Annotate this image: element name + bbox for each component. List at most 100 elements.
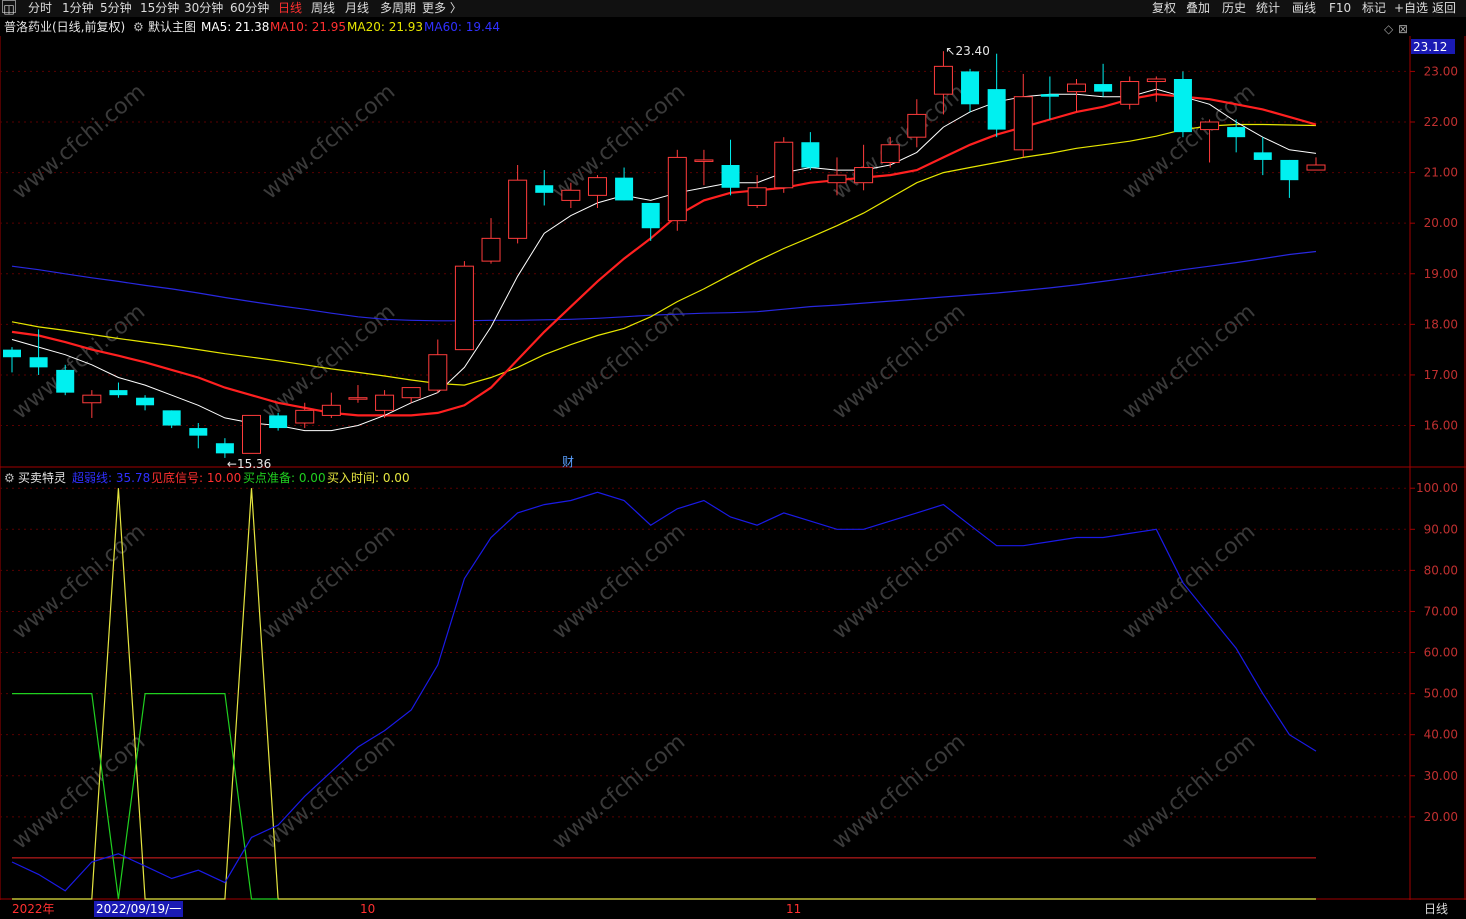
candle-body-up: [82, 394, 102, 404]
candle-body-down: [961, 71, 980, 105]
candle-body-down: [801, 142, 820, 168]
current-price-label: 23.12: [1413, 40, 1447, 54]
candle-body-down: [56, 369, 75, 393]
close-icon: ⊠: [1398, 22, 1408, 36]
price-tick-label: 21.00: [1424, 166, 1458, 180]
indicator-tick-label: 90.00: [1424, 522, 1458, 536]
stock-chart[interactable]: 16.00 17.00 18.00 19.00 20.00 21.00 22.00 23.00…: [0, 0, 1466, 919]
watermark-text: www.cfchi.com: [828, 79, 970, 204]
candle-body-down: [641, 202, 660, 229]
watermark-text: www.cfchi.com: [1118, 729, 1260, 854]
price-tick-label: 23.00: [1424, 64, 1458, 78]
indicator-tick-label: 20.00: [1424, 810, 1458, 824]
candle-body-up: [880, 144, 900, 163]
candle-body-up: [1306, 164, 1326, 171]
candle-body-up: [854, 167, 874, 184]
low-price-label: ←15.36: [227, 457, 271, 471]
candle-body-up: [1200, 121, 1220, 131]
month-label-11: 11: [786, 902, 802, 916]
candle-body-down: [1040, 94, 1059, 97]
candle-body-down: [162, 410, 181, 426]
candle-body-up: [401, 387, 421, 399]
candle-body-down: [29, 357, 48, 368]
watermark-text: www.cfchi.com: [548, 519, 690, 644]
watermark-text: www.cfchi.com: [258, 79, 400, 204]
candle-body-up: [667, 156, 687, 222]
candle-body-down: [721, 165, 740, 188]
indicator-tick-label: 80.00: [1424, 563, 1458, 577]
watermark-text: www.cfchi.com: [828, 299, 970, 424]
watermark-text: www.cfchi.com: [8, 79, 150, 204]
indicator-tick-label: 60.00: [1424, 646, 1458, 660]
candle-body-up: [747, 187, 767, 206]
price-tick-label: 22.00: [1424, 115, 1458, 129]
candle-body-down: [1280, 159, 1299, 181]
candle-body-down: [615, 177, 634, 201]
candle-body-up: [481, 237, 501, 262]
price-tick-label: 18.00: [1424, 317, 1458, 331]
high-price-label: ↖23.40: [945, 44, 989, 58]
candle-body-down: [987, 89, 1006, 130]
candle-body-down: [136, 397, 155, 406]
candle-body-up: [1066, 83, 1086, 93]
candle-body-up: [1013, 96, 1033, 151]
watermark-text: www.cfchi.com: [1118, 519, 1260, 644]
candle-body-down: [3, 349, 21, 358]
candle-body-up: [827, 174, 847, 184]
watermark-text: www.cfchi.com: [258, 519, 400, 644]
watermark-text: www.cfchi.com: [548, 729, 690, 854]
price-tick-label: 20.00: [1424, 216, 1458, 230]
watermark-text: www.cfchi.com: [8, 729, 150, 854]
diamond-icon: ◇: [1384, 22, 1394, 36]
indicator-tick-label: 100.00: [1416, 481, 1458, 495]
candle-body-down: [1227, 127, 1246, 138]
candle-body-down: [189, 428, 208, 436]
candle-body-down: [215, 443, 234, 454]
indicator-tick-label: 40.00: [1424, 728, 1458, 742]
candle-body-down: [535, 185, 554, 193]
watermark-text: www.cfchi.com: [8, 299, 150, 424]
candle-body-up: [295, 409, 315, 424]
watermark-text: www.cfchi.com: [828, 729, 970, 854]
indicator-tick-label: 50.00: [1424, 687, 1458, 701]
candle-body-down: [1253, 152, 1272, 160]
candle-body-up: [587, 177, 607, 196]
buy-prep-line: [12, 692, 279, 900]
watermark-text: www.cfchi.com: [1118, 299, 1260, 424]
candle-body-up: [321, 404, 341, 416]
year-label: 2022年: [12, 902, 55, 916]
candle-body-up: [348, 397, 368, 400]
candle-body-down: [109, 390, 128, 396]
month-label-10: 10: [360, 902, 376, 916]
price-tick-label: 16.00: [1424, 419, 1458, 433]
cursor-date: 2022/09/19/一: [94, 901, 184, 917]
ma5-line: [11, 88, 1317, 432]
watermark-text: www.cfchi.com: [548, 299, 690, 424]
candle-body-up: [1120, 81, 1140, 105]
price-tick-label: 17.00: [1424, 368, 1458, 382]
candle-body-up: [375, 394, 395, 411]
date-axis-bar: 2022年 2022/09/19/一 10 11 日线: [0, 901, 1466, 919]
price-tick-label: 19.00: [1424, 267, 1458, 281]
indicator-tick-label: 30.00: [1424, 769, 1458, 783]
candle-body-up: [694, 159, 714, 162]
candle-body-down: [1173, 79, 1192, 133]
ma20-line: [11, 123, 1317, 386]
candle-body-up: [933, 65, 953, 95]
candle-body-up: [242, 414, 262, 454]
finance-marker: 财: [562, 455, 574, 469]
candle-body-up: [907, 113, 927, 138]
indicator-tick-label: 70.00: [1424, 604, 1458, 618]
candle-body-up: [428, 354, 448, 391]
candle-body-down: [1094, 84, 1113, 92]
period-label[interactable]: 日线: [1424, 901, 1448, 917]
candle-body-up: [1146, 78, 1166, 83]
candle-body-up: [508, 179, 528, 239]
watermark-text: www.cfchi.com: [828, 519, 970, 644]
candle-body-down: [269, 415, 288, 429]
watermark-text: www.cfchi.com: [8, 519, 150, 644]
candle-body-up: [454, 265, 474, 351]
candle-body-up: [774, 141, 794, 189]
watermark-text: www.cfchi.com: [258, 729, 400, 854]
candle-body-up: [561, 189, 581, 201]
